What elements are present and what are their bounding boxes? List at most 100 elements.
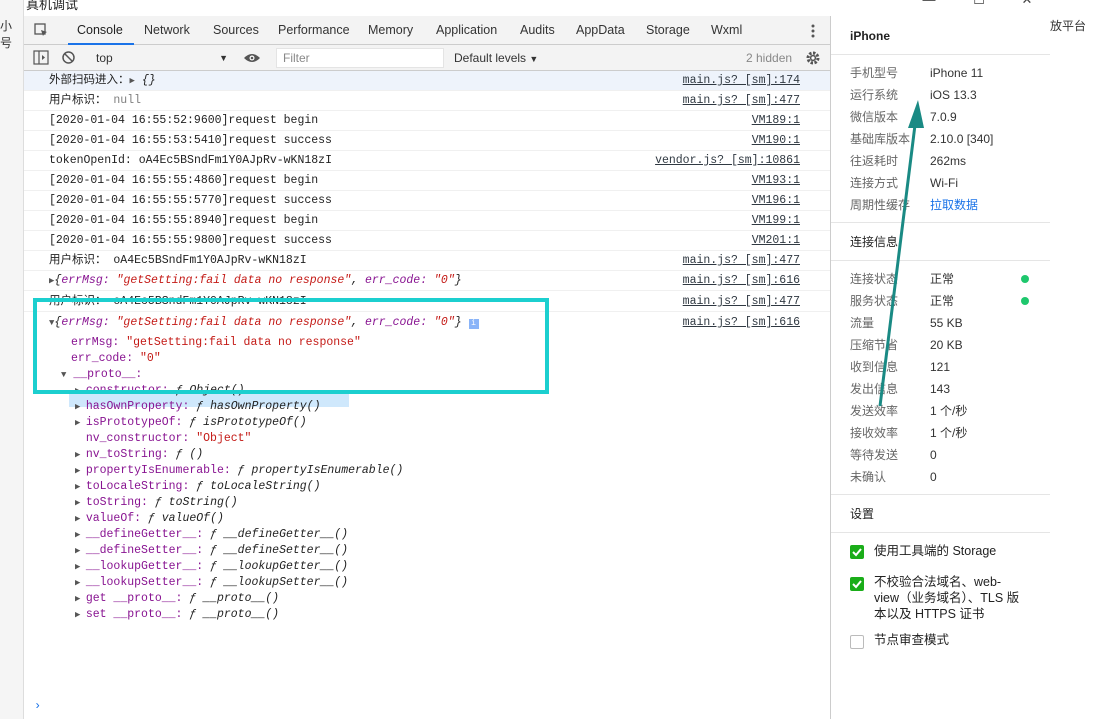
expand-triangle-icon[interactable]: ▶ bbox=[75, 610, 86, 620]
proto-property[interactable]: ▶ __defineGetter__: ƒ __defineGetter__() bbox=[75, 527, 348, 543]
property-value: ƒ isPrototypeOf() bbox=[189, 416, 307, 429]
source-link[interactable]: main.js? [sm]:477 bbox=[683, 251, 800, 271]
filter-input[interactable] bbox=[276, 48, 444, 68]
expand-triangle-icon[interactable]: ▶ bbox=[75, 482, 86, 492]
info-value: iOS 13.3 bbox=[930, 88, 977, 102]
info-label: 发送效率 bbox=[850, 404, 899, 418]
proto-property[interactable]: ▶ hasOwnProperty: ƒ hasOwnProperty() bbox=[75, 399, 321, 415]
divider bbox=[831, 260, 1050, 261]
tab-performance[interactable]: Performance bbox=[278, 16, 350, 45]
property-value: ƒ hasOwnProperty() bbox=[196, 400, 321, 413]
context-selector[interactable]: top ▼ bbox=[90, 48, 228, 68]
tab-application[interactable]: Application bbox=[436, 16, 497, 45]
more-tabs-icon[interactable] bbox=[808, 22, 818, 40]
expand-triangle-icon[interactable]: ▶ bbox=[75, 466, 86, 476]
expand-triangle-icon[interactable]: ▶ bbox=[75, 498, 86, 508]
source-link[interactable]: VM199:1 bbox=[752, 211, 800, 231]
proto-property[interactable]: ▶ isPrototypeOf: ƒ isPrototypeOf() bbox=[75, 415, 307, 431]
debug-window: 真机调试 — ☐ ✕ Console Network Sources Perfo… bbox=[24, 0, 1050, 719]
info-value: 143 bbox=[930, 382, 951, 396]
tab-sources[interactable]: Sources bbox=[213, 16, 259, 45]
title-bar: 真机调试 — ☐ ✕ bbox=[24, 0, 1050, 16]
property-key: __lookupSetter__: bbox=[85, 576, 204, 589]
proto-property[interactable]: ▶ get __proto__: ƒ __proto__() bbox=[75, 591, 279, 607]
background-app-right: 放平台 bbox=[1050, 0, 1101, 719]
property-key: toString: bbox=[85, 496, 148, 509]
expand-triangle-icon[interactable]: ▶ bbox=[75, 546, 86, 556]
expand-triangle-icon[interactable]: ▶ bbox=[49, 276, 54, 286]
expand-triangle-icon[interactable]: ▶ bbox=[75, 530, 86, 540]
console-row: [2020-01-04 16:55:52:9600]request begin V… bbox=[24, 111, 830, 131]
source-link[interactable]: main.js? [sm]:174 bbox=[683, 71, 800, 91]
source-link[interactable]: main.js? [sm]:477 bbox=[683, 292, 800, 312]
proto-property[interactable]: ▶ set __proto__: ƒ __proto__() bbox=[75, 607, 279, 623]
live-expression-eye-icon[interactable] bbox=[243, 52, 261, 64]
status-ok-dot bbox=[1021, 297, 1029, 305]
property-value: ƒ toLocaleString() bbox=[196, 480, 321, 493]
expand-triangle-icon[interactable]: ▶ bbox=[75, 450, 86, 460]
divider bbox=[831, 494, 1050, 495]
proto-property[interactable]: ▶ __lookupSetter__: ƒ __lookupSetter__() bbox=[75, 575, 348, 591]
source-link[interactable]: main.js? [sm]:477 bbox=[683, 91, 800, 111]
expand-triangle-icon[interactable]: ▶ bbox=[75, 514, 86, 524]
pull-data-link[interactable]: 拉取数据 bbox=[930, 197, 978, 213]
source-link[interactable]: VM201:1 bbox=[752, 231, 800, 251]
source-link[interactable]: VM189:1 bbox=[752, 111, 800, 131]
proto-property[interactable]: ▶ propertyIsEnumerable: ƒ propertyIsEnum… bbox=[75, 463, 403, 479]
clear-console-icon[interactable] bbox=[61, 50, 76, 65]
console-row: [2020-01-04 16:55:55:8940]request begin V… bbox=[24, 211, 830, 231]
console-row: 用户标识： oA4Ec5BSndFm1Y0AJpRv-wKN18zI main.… bbox=[24, 251, 830, 271]
tab-storage[interactable]: Storage bbox=[646, 16, 690, 45]
proto-property[interactable]: ▶ nv_toString: ƒ () bbox=[75, 447, 203, 463]
sidebar-toggle-icon[interactable] bbox=[33, 50, 49, 65]
info-label: 往返耗时 bbox=[850, 154, 899, 168]
log-message: [2020-01-04 16:55:55:5770]request succes… bbox=[49, 194, 332, 207]
info-value: 正常 bbox=[930, 272, 955, 286]
info-value: 0 bbox=[930, 448, 937, 462]
property-key: valueOf: bbox=[85, 512, 142, 525]
source-link[interactable]: VM196:1 bbox=[752, 191, 800, 211]
minimize-button[interactable]: — bbox=[914, 0, 944, 8]
domain-check-checkbox[interactable] bbox=[850, 577, 864, 591]
devtools-pane: Console Network Sources Performance Memo… bbox=[24, 16, 830, 719]
tab-audits[interactable]: Audits bbox=[520, 16, 555, 45]
proto-property[interactable]: ▶ valueOf: ƒ valueOf() bbox=[75, 511, 224, 527]
proto-property[interactable]: ▶ __lookupGetter__: ƒ __lookupGetter__() bbox=[75, 559, 348, 575]
info-value: 2.10.0 [340] bbox=[930, 132, 994, 146]
proto-property[interactable]: ▶ __defineSetter__: ƒ __defineSetter__() bbox=[75, 543, 348, 559]
source-link[interactable]: VM190:1 bbox=[752, 131, 800, 151]
log-message: 用户标识： bbox=[49, 254, 107, 267]
tab-wxml[interactable]: Wxml bbox=[711, 16, 742, 45]
source-link[interactable]: vendor.js? [sm]:10861 bbox=[655, 151, 800, 171]
expand-triangle-icon[interactable]: ▶ bbox=[75, 418, 86, 428]
source-link[interactable]: VM193:1 bbox=[752, 171, 800, 191]
property-key: get __proto__: bbox=[85, 592, 183, 605]
storage-checkbox[interactable] bbox=[850, 545, 864, 559]
proto-property[interactable]: ▶ toLocaleString: ƒ toLocaleString() bbox=[75, 479, 321, 495]
property-value: ƒ __defineSetter__() bbox=[210, 544, 349, 557]
object-key: err_code: bbox=[365, 274, 428, 287]
log-levels-dropdown[interactable]: Default levels ▼ bbox=[454, 45, 538, 71]
tab-network[interactable]: Network bbox=[144, 16, 190, 45]
console-prompt[interactable]: › bbox=[34, 699, 41, 713]
tab-appdata[interactable]: AppData bbox=[576, 16, 625, 45]
proto-property[interactable]: ▶ toString: ƒ toString() bbox=[75, 495, 238, 511]
settings-gear-icon[interactable] bbox=[805, 50, 821, 66]
expand-triangle-icon[interactable]: ▶ bbox=[75, 594, 86, 604]
close-button[interactable]: ✕ bbox=[1012, 0, 1042, 8]
inspect-element-icon[interactable] bbox=[34, 23, 49, 38]
expand-triangle-icon[interactable]: ▶ bbox=[130, 76, 135, 86]
maximize-button[interactable]: ☐ bbox=[964, 0, 994, 8]
source-link[interactable]: main.js? [sm]:616 bbox=[683, 271, 800, 291]
tab-console[interactable]: Console bbox=[68, 16, 134, 45]
log-object[interactable]: {} bbox=[142, 74, 156, 87]
node-inspect-checkbox[interactable] bbox=[850, 635, 864, 649]
expand-triangle-icon[interactable]: ▶ bbox=[75, 578, 86, 588]
expand-triangle-icon[interactable]: ▶ bbox=[75, 562, 86, 572]
info-value: iPhone 11 bbox=[930, 66, 984, 80]
source-link[interactable]: main.js? [sm]:616 bbox=[683, 313, 800, 333]
divider bbox=[831, 222, 1050, 223]
tab-memory[interactable]: Memory bbox=[368, 16, 413, 45]
console-row: 用户标识： null main.js? [sm]:477 bbox=[24, 91, 830, 111]
expand-triangle-icon[interactable]: ▶ bbox=[75, 402, 86, 412]
